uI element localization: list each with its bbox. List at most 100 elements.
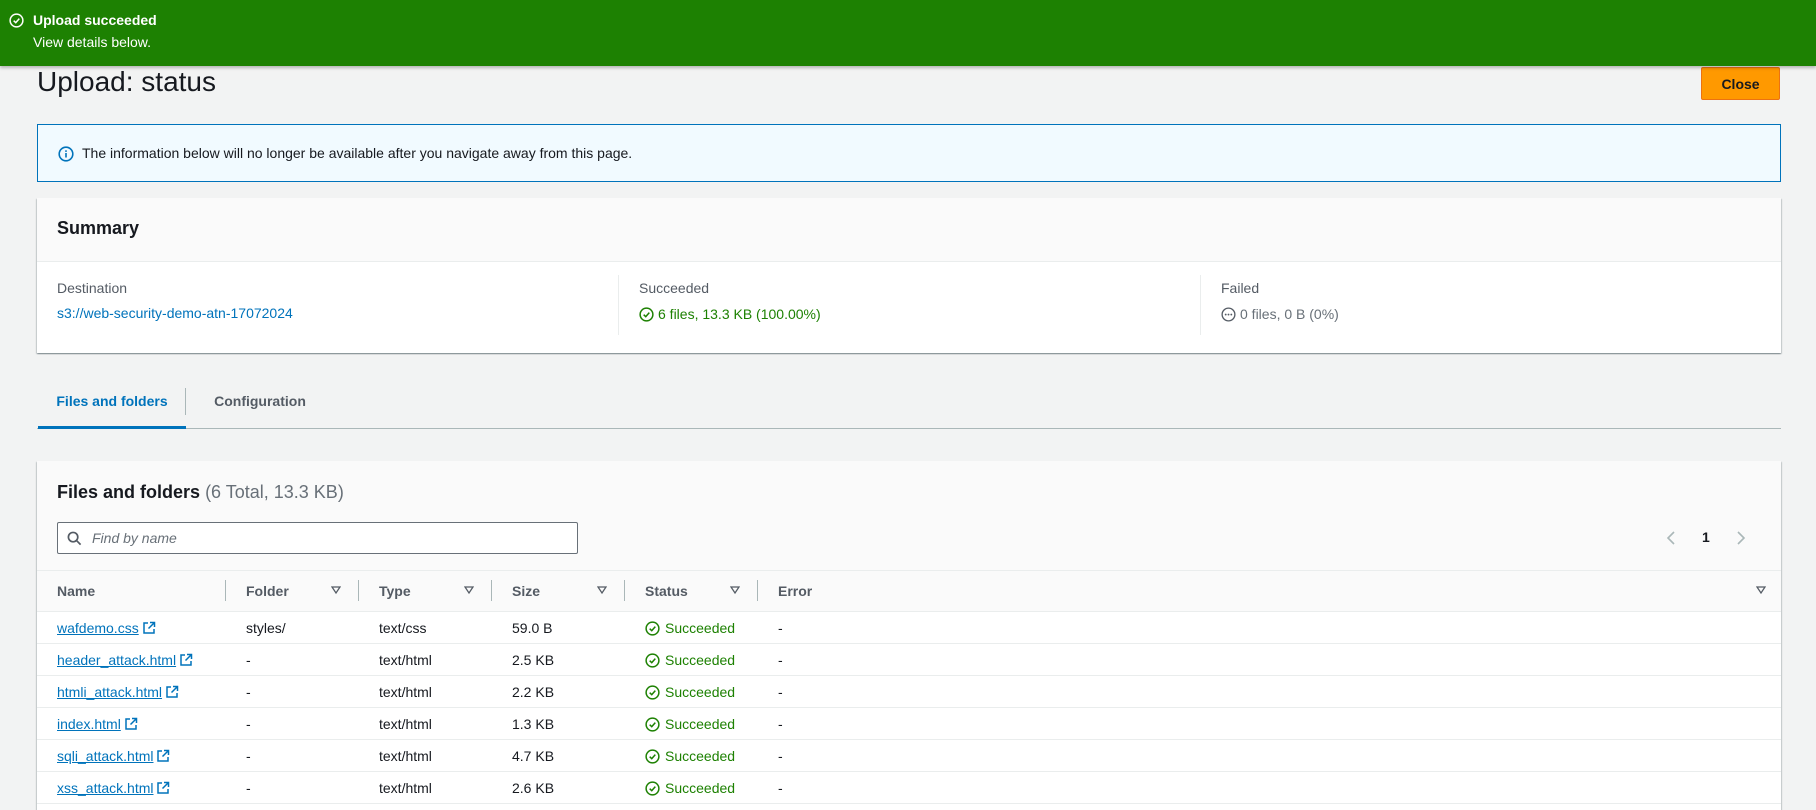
pagination: 1 [1661,527,1781,549]
error-cell: - [778,651,783,668]
check-circle-icon [645,684,660,700]
files-header: Files and folders (6 Total, 13.3 KB) 1 [37,461,1781,570]
status-cell: Succeeded [625,708,758,740]
ellipsis-circle-icon [1221,307,1236,322]
table-row: sqli_attack.html - text/html 4.7 KB Succ… [37,740,1781,772]
succeeded-value: 6 files, 13.3 KB (100.00%) [658,306,821,322]
search-input[interactable] [90,524,570,552]
status-text: Succeeded [665,683,736,700]
summary-panel: Summary Destination s3://web-security-de… [37,198,1781,353]
chevron-right-icon[interactable] [1729,527,1751,549]
search-icon [67,531,82,546]
file-name-cell: index.html [37,708,226,740]
column-header-size[interactable]: Size [492,571,625,612]
column-header-error[interactable]: Error [758,571,1781,612]
info-alert-text: The information below will no longer be … [82,145,633,161]
type-cell: text/html [379,779,432,796]
column-header-type[interactable]: Type [359,571,492,612]
column-header-name[interactable]: Name [37,571,226,612]
destination-column: Destination s3://web-security-demo-atn-1… [37,262,618,353]
table-row: xss_attack.html - text/html 2.6 KB Succe… [37,772,1781,804]
chevron-left-icon[interactable] [1661,527,1683,549]
sort-caret-icon[interactable] [331,585,341,595]
external-link-icon[interactable] [165,685,179,699]
file-link[interactable]: htmli_attack.html [57,684,162,700]
type-cell: text/css [379,619,427,636]
failed-label: Failed [1221,280,1260,296]
current-page[interactable]: 1 [1702,529,1710,545]
file-name-cell: sqli_attack.html [37,740,226,772]
succeeded-value-row: 6 files, 13.3 KB (100.00%) [639,306,821,322]
destination-label: Destination [57,280,128,296]
check-circle-icon [645,780,660,796]
external-link-icon[interactable] [142,621,156,635]
type-cell: text/html [379,715,432,732]
table-row: htmli_attack.html - text/html 2.2 KB Suc… [37,676,1781,708]
status-text: Succeeded [665,651,736,668]
size-cell: 59.0 B [512,619,553,636]
flash-message: View details below. [33,34,152,50]
file-name-cell: htmli_attack.html [37,676,226,708]
info-icon [58,146,74,162]
external-link-icon[interactable] [179,653,193,667]
page-title: Upload: status [37,66,216,97]
sort-caret-icon[interactable] [464,585,474,595]
folder-cell: styles/ [246,619,286,636]
search-field[interactable] [57,522,578,554]
tab-bar: Files and folders Configuration [37,380,1781,429]
status-cell: Succeeded [625,740,758,772]
status-cell: Succeeded [625,676,758,708]
failed-value: 0 files, 0 B (0%) [1240,306,1339,322]
files-heading: Files and folders (6 Total, 13.3 KB) [57,482,344,503]
file-link[interactable]: header_attack.html [57,652,176,668]
destination-link[interactable]: s3://web-security-demo-atn-17072024 [57,305,293,321]
file-link[interactable]: sqli_attack.html [57,748,153,764]
external-link-icon[interactable] [156,749,170,763]
files-table: Name Folder Type Size Status Error wafde… [37,570,1781,804]
file-link[interactable]: index.html [57,716,121,732]
file-link[interactable]: wafdemo.css [57,620,139,636]
check-circle-icon [645,652,660,668]
folder-cell: - [246,747,251,764]
size-cell: 2.2 KB [512,683,555,700]
size-cell: 2.5 KB [512,651,555,668]
succeeded-label: Succeeded [639,280,710,296]
type-cell: text/html [379,683,432,700]
folder-cell: - [246,651,251,668]
failed-value-row: 0 files, 0 B (0%) [1221,306,1339,322]
column-header-status[interactable]: Status [625,571,758,612]
table-row: wafdemo.css styles/ text/css 59.0 B Succ… [37,612,1781,644]
file-name-cell: xss_attack.html [37,772,226,804]
tab-configuration[interactable]: Configuration [185,380,335,429]
size-cell: 1.3 KB [512,715,555,732]
error-cell: - [778,779,783,796]
column-header-folder[interactable]: Folder [226,571,359,612]
folder-cell: - [246,779,251,796]
flash-title: Upload succeeded [33,12,157,28]
external-link-icon[interactable] [156,781,170,795]
summary-header: Summary [37,198,1781,262]
sort-caret-icon[interactable] [730,585,740,595]
folder-cell: - [246,715,251,732]
status-text: Succeeded [665,715,736,732]
sort-caret-icon[interactable] [1756,585,1766,595]
close-button[interactable]: Close [1701,67,1780,100]
size-cell: 2.6 KB [512,779,555,796]
success-flash-banner: Upload succeeded View details below. [0,0,1816,66]
size-cell: 4.7 KB [512,747,555,764]
status-cell: Succeeded [625,644,758,676]
folder-cell: - [246,683,251,700]
check-circle-icon [645,716,660,732]
type-cell: text/html [379,651,432,668]
table-row: header_attack.html - text/html 2.5 KB Su… [37,644,1781,676]
status-text: Succeeded [665,747,736,764]
file-link[interactable]: xss_attack.html [57,780,153,796]
external-link-icon[interactable] [124,717,138,731]
check-circle-icon [645,620,660,636]
tab-files-and-folders[interactable]: Files and folders [38,380,186,429]
table-header-row: Name Folder Type Size Status Error [37,570,1781,612]
error-cell: - [778,683,783,700]
sort-caret-icon[interactable] [597,585,607,595]
status-cell: Succeeded [625,612,758,644]
summary-heading: Summary [57,218,140,238]
